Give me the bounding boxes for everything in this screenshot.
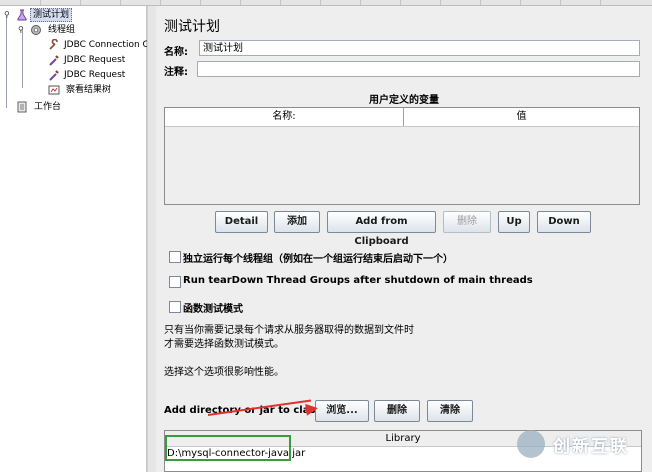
independent-thread-groups-checkbox[interactable] xyxy=(169,251,181,263)
note-line-3: 选择这个选项很影响性能。 xyxy=(164,367,284,378)
functional-test-mode-label: 函数测试模式 xyxy=(183,304,243,315)
watermark-icon xyxy=(517,430,545,458)
annotation-arrow-head xyxy=(305,402,319,416)
note-line-2: 才需要选择函数测试模式。 xyxy=(164,339,284,350)
comment-field[interactable] xyxy=(197,61,640,77)
column-name[interactable]: 名称: xyxy=(165,108,403,126)
column-value[interactable]: 值 xyxy=(404,108,639,126)
browse-button[interactable]: 浏览... xyxy=(315,400,369,422)
add-button[interactable]: 添加 xyxy=(274,211,320,233)
pipette-icon xyxy=(49,55,59,66)
teardown-label: Run tearDown Thread Groups after shutdow… xyxy=(183,275,533,286)
thread-group-icon xyxy=(31,25,41,35)
test-plan-flask-icon xyxy=(17,9,27,21)
up-button[interactable]: Up xyxy=(498,211,530,233)
comment-label: 注释: xyxy=(164,67,188,78)
test-plan-tree[interactable]: ⚲ 测试计划 ⚲ 线程组 JDBC Connection Co JDBC Req… xyxy=(0,6,154,472)
note-line-1: 只有当你需要记录每个请求从服务器取得的数据到文件时 xyxy=(164,325,414,336)
user-variables-title: 用户定义的变量 xyxy=(369,95,439,106)
independent-thread-groups-label: 独立运行每个线程组（例如在一个组运行结束后启动下一个） xyxy=(183,254,453,265)
test-plan-panel: 测试计划 名称: 测试计划 注释: 用户定义的变量 名称: 值 Detail 添… xyxy=(156,6,652,472)
functional-test-mode-checkbox[interactable] xyxy=(169,301,181,313)
highlight-box xyxy=(165,435,291,461)
watermark-logo: 创新互联 xyxy=(513,426,651,466)
results-tree-icon xyxy=(48,85,60,95)
delete-classpath-button[interactable]: 删除 xyxy=(374,400,420,422)
name-label: 名称: xyxy=(164,47,188,58)
wrench-icon xyxy=(49,39,58,50)
clear-classpath-button[interactable]: 清除 xyxy=(427,400,473,422)
teardown-checkbox[interactable] xyxy=(169,276,181,288)
add-from-clipboard-button[interactable]: Add from Clipboard xyxy=(327,211,436,247)
page-title: 测试计划 xyxy=(164,19,220,35)
user-variables-table[interactable]: 名称: 值 xyxy=(164,107,640,205)
name-field[interactable]: 测试计划 xyxy=(199,40,640,56)
down-button[interactable]: Down xyxy=(537,211,591,233)
detail-button[interactable]: Detail xyxy=(215,211,268,233)
workbench-icon xyxy=(17,101,27,113)
variables-table-header: 名称: 值 xyxy=(165,108,639,127)
watermark-text: 创新互联 xyxy=(553,437,629,457)
pipette-icon xyxy=(49,70,59,81)
delete-variable-button[interactable]: 删除 xyxy=(443,211,491,233)
